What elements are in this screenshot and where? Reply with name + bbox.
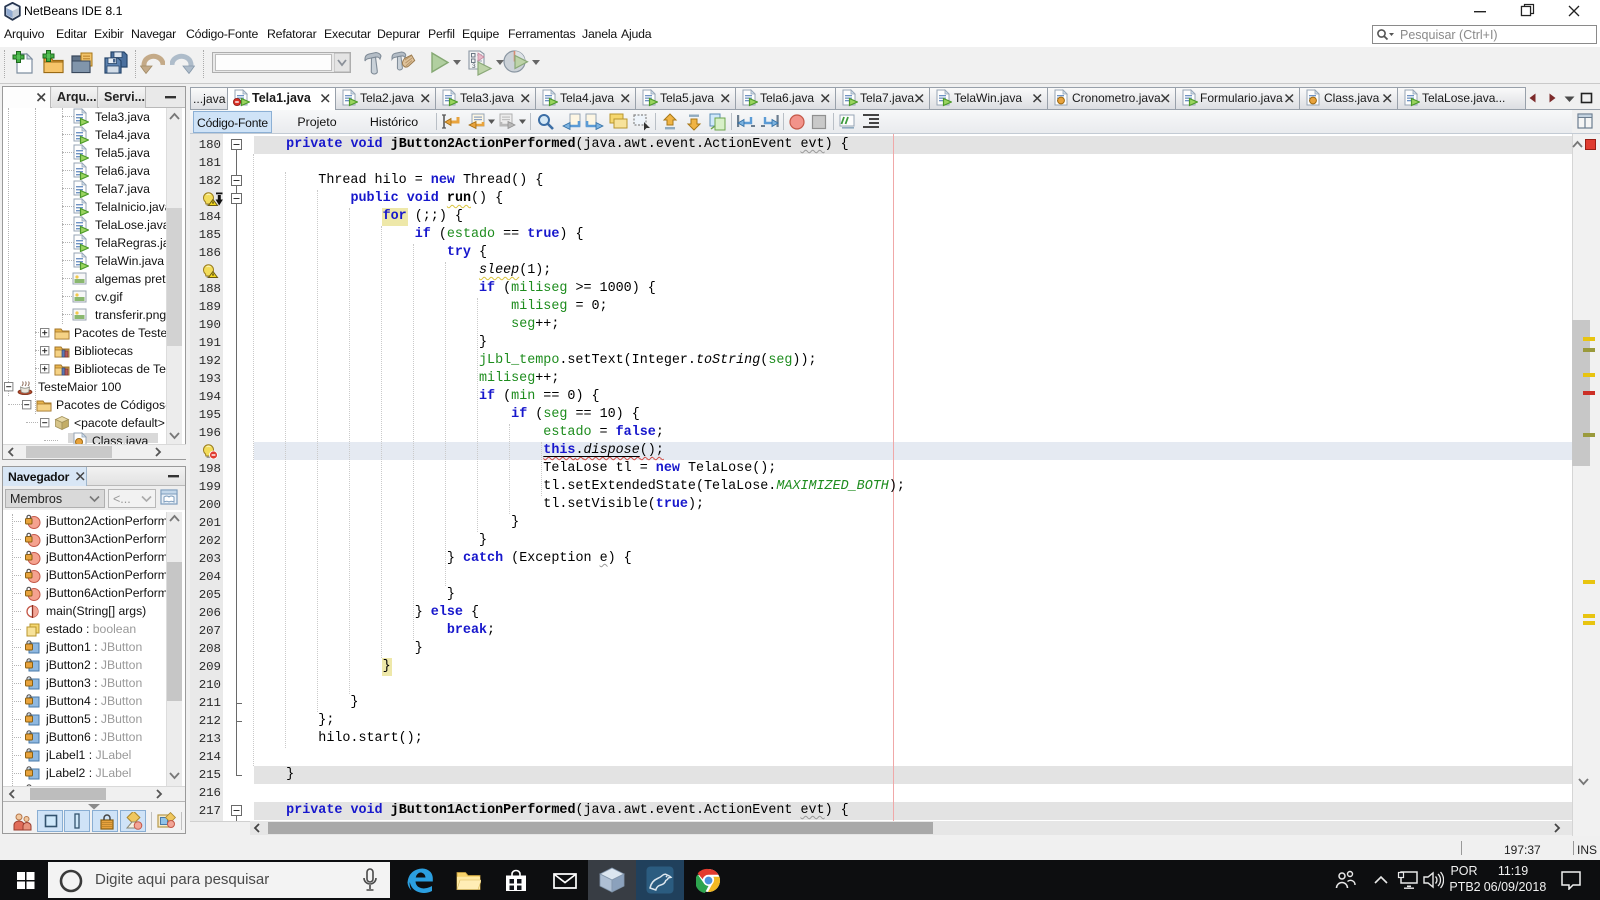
- svg-text:3: 3: [472, 63, 476, 70]
